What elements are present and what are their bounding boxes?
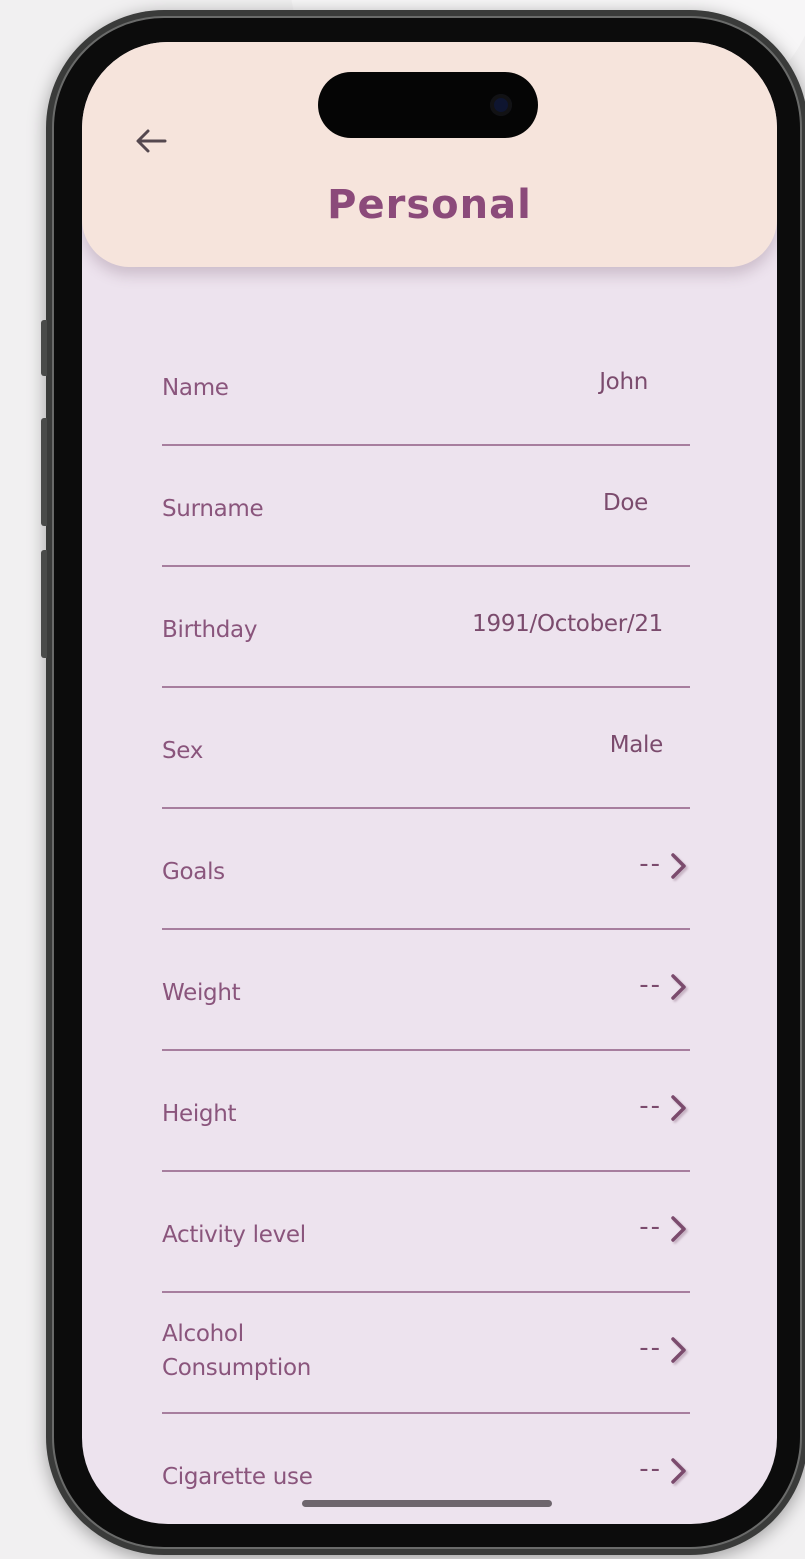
field-value: 1991/October/21 xyxy=(472,611,663,637)
chevron-right-icon xyxy=(668,1333,690,1367)
field-row-name[interactable]: Name John xyxy=(162,325,690,446)
field-label: Height xyxy=(162,1101,237,1127)
silent-switch xyxy=(41,320,47,376)
field-label: Weight xyxy=(162,980,241,1006)
page-title: Personal xyxy=(327,182,532,228)
volume-down-button xyxy=(41,550,47,658)
field-label-line: Consumption xyxy=(162,1355,312,1381)
chevron-right-icon xyxy=(668,1454,690,1488)
field-row-goals[interactable]: Goals -- xyxy=(162,809,690,930)
field-label: Alcohol Consumption xyxy=(162,1317,311,1385)
chevron-right-icon xyxy=(668,1091,690,1125)
field-label: Goals xyxy=(162,859,225,885)
field-value-empty: -- xyxy=(639,1212,662,1242)
chevron-right-icon xyxy=(668,970,690,1004)
home-indicator[interactable] xyxy=(302,1500,552,1507)
camera-icon xyxy=(490,94,512,116)
header: Personal xyxy=(82,42,777,267)
field-label: Activity level xyxy=(162,1222,306,1248)
field-value-empty: -- xyxy=(639,1333,662,1363)
field-value-empty: -- xyxy=(639,849,662,879)
field-label: Birthday xyxy=(162,617,258,643)
back-button[interactable] xyxy=(130,120,172,162)
field-value: John xyxy=(599,369,648,395)
field-label: Surname xyxy=(162,496,264,522)
app-screen: Personal Name John Surname Doe Birthday … xyxy=(82,42,777,1524)
field-row-birthday[interactable]: Birthday 1991/October/21 xyxy=(162,567,690,688)
field-value-empty: -- xyxy=(639,970,662,1000)
field-value-empty: -- xyxy=(639,1454,662,1484)
personal-field-list: Name John Surname Doe Birthday 1991/Octo… xyxy=(162,325,690,1524)
chevron-right-icon xyxy=(668,1212,690,1246)
field-label: Name xyxy=(162,375,229,401)
field-row-activity-level[interactable]: Activity level -- xyxy=(162,1172,690,1293)
volume-up-button xyxy=(41,418,47,526)
field-row-alcohol-consumption[interactable]: Alcohol Consumption -- xyxy=(162,1293,690,1414)
arrow-left-icon xyxy=(136,129,167,153)
field-row-surname[interactable]: Surname Doe xyxy=(162,446,690,567)
field-row-height[interactable]: Height -- xyxy=(162,1051,690,1172)
field-value-empty: -- xyxy=(639,1091,662,1121)
field-row-cigarette-use[interactable]: Cigarette use -- xyxy=(162,1414,690,1524)
field-row-weight[interactable]: Weight -- xyxy=(162,930,690,1051)
chevron-right-icon xyxy=(668,849,690,883)
field-label: Sex xyxy=(162,738,204,764)
field-row-sex[interactable]: Sex Male xyxy=(162,688,690,809)
dynamic-island xyxy=(318,72,538,138)
field-value: Male xyxy=(609,732,664,758)
field-label: Cigarette use xyxy=(162,1464,313,1490)
field-value: Doe xyxy=(602,490,648,516)
field-label-line: Alcohol xyxy=(162,1321,244,1347)
